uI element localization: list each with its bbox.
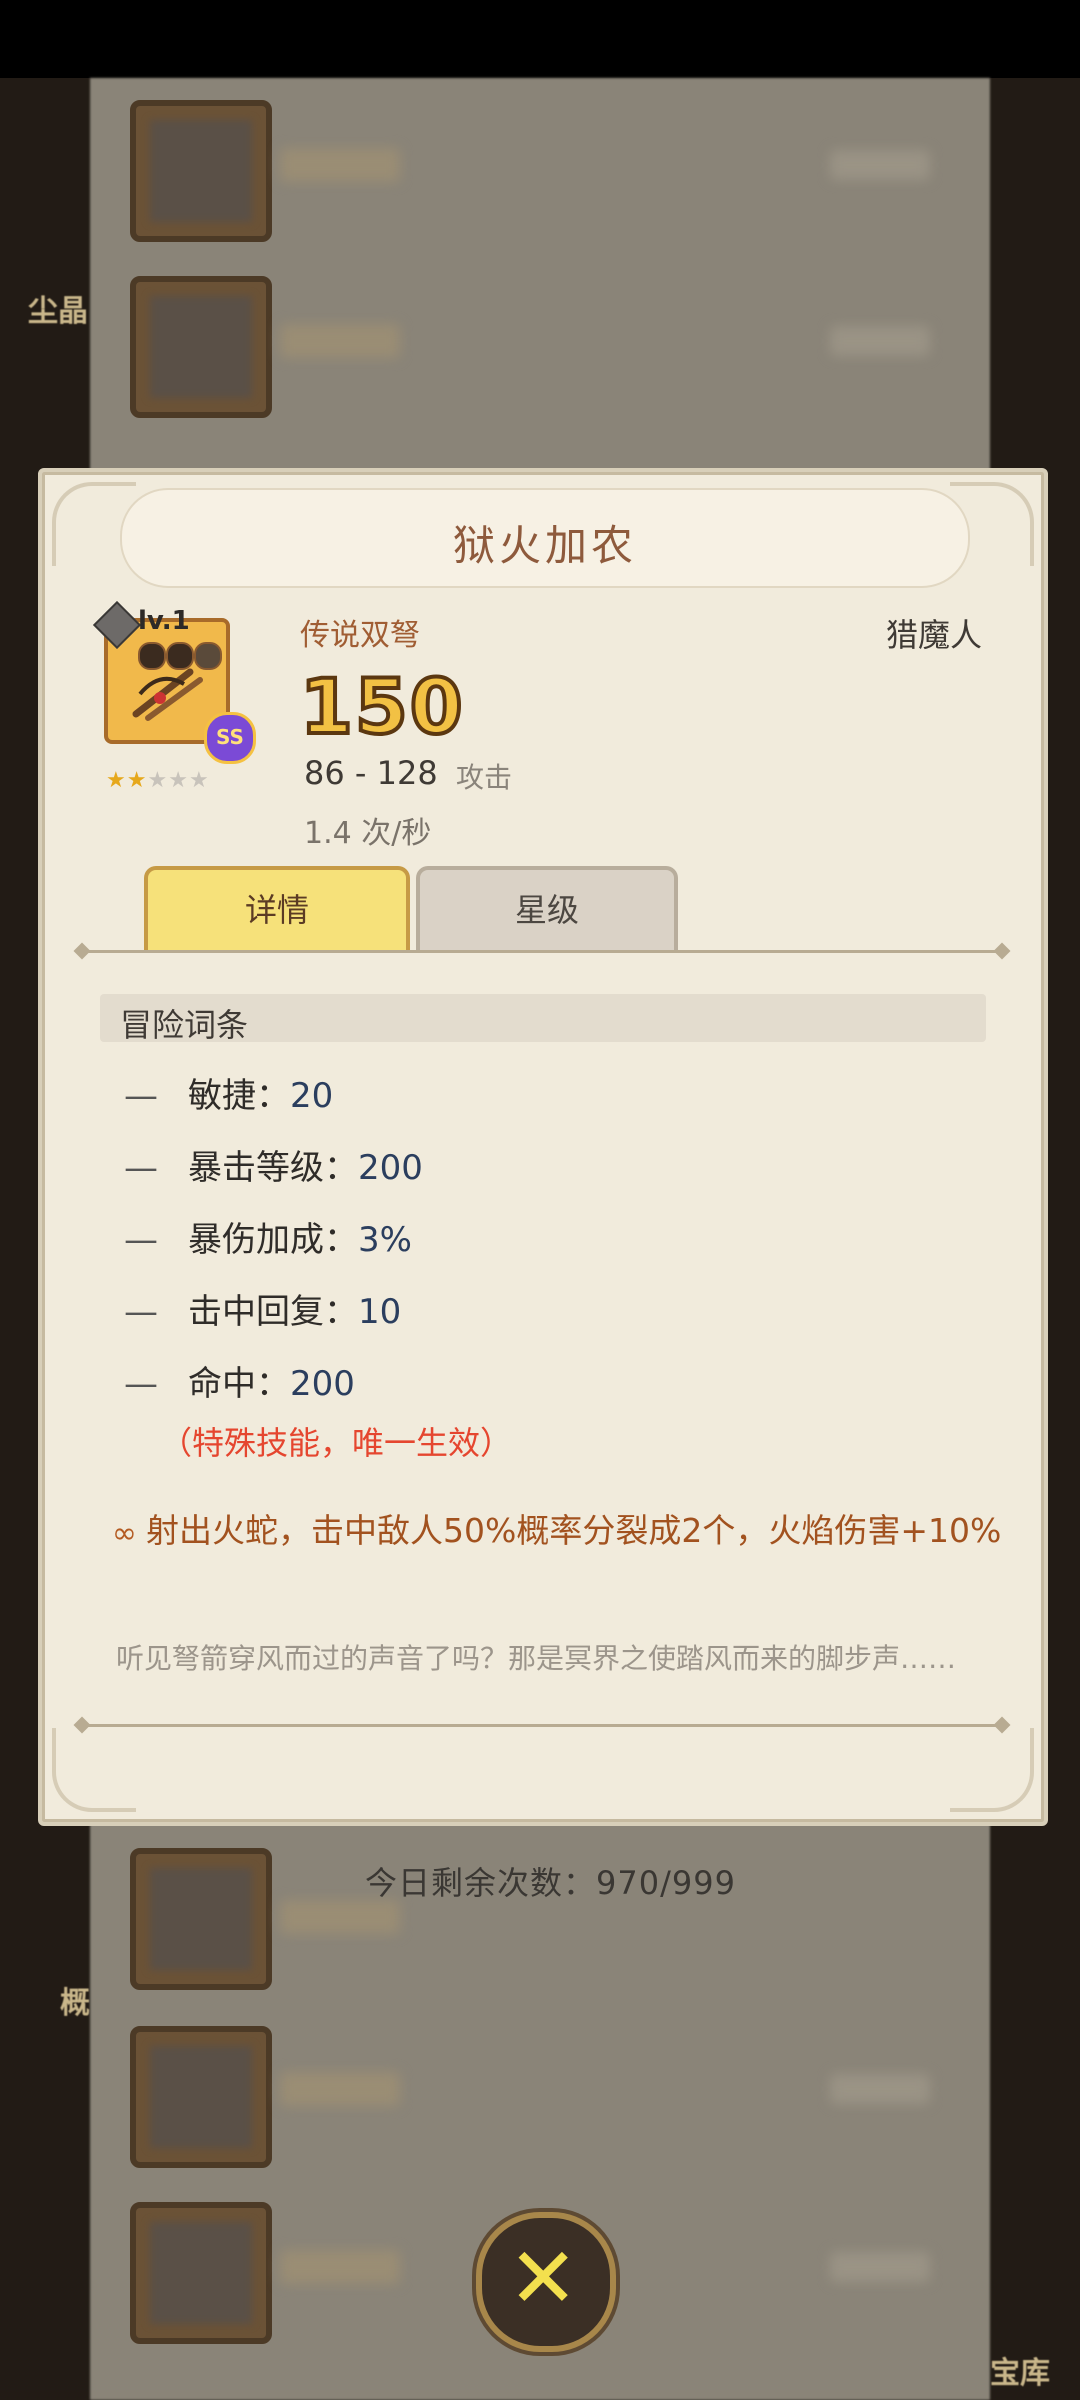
- remaining-count-text: 今日剩余次数：970/999: [365, 1864, 736, 1902]
- side-label-dust-crystal: 尘晶: [28, 294, 88, 329]
- background-item-name: [280, 1900, 400, 1934]
- background-item-thumb: [130, 2202, 272, 2344]
- attribute-value: 200: [290, 1364, 355, 1404]
- skill-description: 射出火蛇，击中敌人50%概率分裂成2个，火焰伤害+10%: [146, 1511, 1002, 1550]
- background-item-rate: [830, 150, 930, 180]
- star-empty-icon: ★: [168, 768, 189, 793]
- weapon-power: 150: [298, 660, 465, 753]
- attribute-name: 击中回复：: [188, 1292, 358, 1332]
- attribute-name: 暴伤加成：: [188, 1220, 358, 1260]
- close-button[interactable]: ✕: [476, 2212, 616, 2352]
- background-item-name: [280, 2250, 400, 2284]
- attribute-row: — 暴击等级：200: [124, 1148, 423, 1188]
- tab-divider: [82, 950, 1002, 953]
- attack-label: 攻击: [456, 761, 513, 794]
- side-label-overview: 概: [60, 1986, 90, 2021]
- section-title: 冒险词条: [120, 1006, 249, 1044]
- background-item-rate: [830, 2074, 930, 2104]
- locked-slot-icon: [194, 642, 222, 670]
- attribute-row: — 命中：200: [124, 1364, 355, 1404]
- link-icon: ∞: [112, 1516, 137, 1551]
- attribute-name: 命中：: [188, 1364, 290, 1404]
- background-item-thumb: [130, 1848, 272, 1990]
- star-filled-icon: ★: [126, 768, 148, 793]
- status-bar: [0, 0, 1080, 78]
- frame-corner-ornament: [52, 1728, 136, 1812]
- background-item-name: [280, 324, 400, 358]
- background-item-thumb: [130, 100, 272, 242]
- background-item-thumb: [130, 276, 272, 418]
- flavor-text: 听见弩箭穿风而过的声音了吗？那是冥界之使踏风而来的脚步声……: [116, 1642, 957, 1675]
- section-header: 冒险词条: [100, 994, 986, 1044]
- attribute-value: 20: [290, 1076, 334, 1116]
- modal-header: 狱火加农: [120, 488, 970, 588]
- background-item-rate: [830, 2252, 930, 2282]
- attribute-value: 10: [358, 1292, 402, 1332]
- attribute-name: 敏捷：: [188, 1076, 290, 1116]
- gem-slot: [166, 642, 194, 670]
- weapon-level: lv.1: [138, 606, 190, 636]
- attack-speed: 1.4 次/秒: [304, 816, 432, 851]
- tab-star-level[interactable]: 星级: [416, 866, 678, 950]
- attribute-row: — 敏捷：20: [124, 1076, 334, 1116]
- attribute-row: — 击中回复：10: [124, 1292, 402, 1332]
- star-empty-icon: ★: [188, 768, 210, 793]
- weapon-type: 传说双弩: [300, 618, 420, 653]
- star-empty-icon: ★: [147, 768, 169, 793]
- frame-corner-ornament: [950, 1728, 1034, 1812]
- divider-ornament: [993, 942, 1011, 960]
- crossbow-icon: [132, 668, 203, 721]
- weapon-detail-modal: 狱火加农 lv.1 SS ★★★★★ 传说双弩 猎魔人 150 86 - 128…: [38, 468, 1048, 1826]
- attribute-name: 暴击等级：: [188, 1148, 358, 1188]
- star-filled-icon: ★: [106, 768, 127, 793]
- background-item-thumb: [130, 2026, 272, 2168]
- gem-slot: [138, 642, 166, 670]
- grade-badge: SS: [204, 712, 256, 764]
- star-rating: ★★★★★: [106, 768, 210, 793]
- close-x-icon: ✕: [508, 2229, 579, 2327]
- attribute-row: — 暴伤加成：3%: [124, 1220, 412, 1260]
- attribute-value: 3%: [358, 1220, 412, 1260]
- divider-ornament: [73, 942, 91, 960]
- weapon-class: 猎魔人: [885, 616, 982, 654]
- tab-details[interactable]: 详情: [144, 866, 410, 950]
- attribute-value: 200: [358, 1148, 423, 1188]
- background-item-name: [280, 2072, 400, 2106]
- background-item-rate: [830, 326, 930, 356]
- weapon-title: 狱火加农: [452, 521, 637, 570]
- attack-range: 86 - 128: [304, 754, 438, 792]
- side-label-treasury: 宝库: [990, 2356, 1050, 2391]
- background-item-name: [280, 148, 400, 182]
- bottom-divider: [82, 1724, 1002, 1727]
- special-skill-note: （特殊技能，唯一生效）: [160, 1424, 513, 1462]
